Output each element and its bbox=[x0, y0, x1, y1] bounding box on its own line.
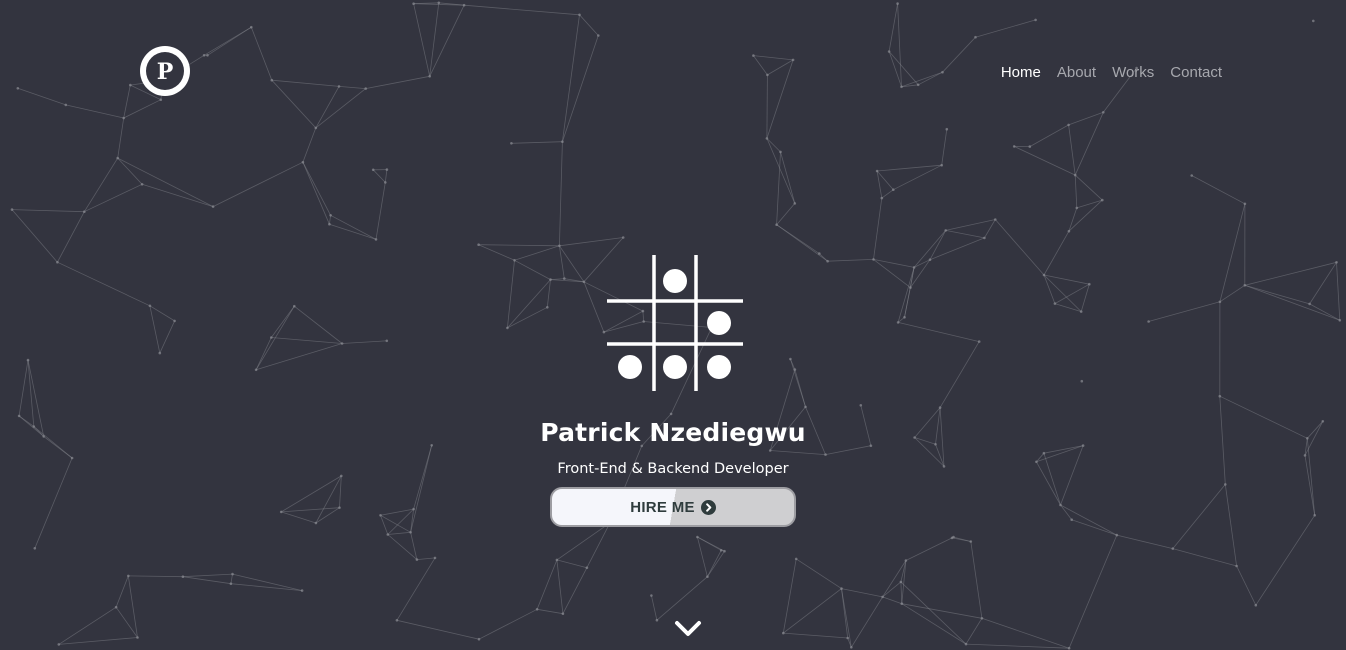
chevron-right-circle-icon bbox=[700, 499, 716, 515]
landing-page: P Home About Works Contact Patrick Nzedi… bbox=[0, 0, 1346, 650]
hero-role: Front-End & Backend Developer bbox=[557, 461, 789, 477]
hire-me-label: HIRE ME bbox=[630, 498, 695, 516]
nav-contact[interactable]: Contact bbox=[1170, 64, 1222, 81]
nav-works[interactable]: Works bbox=[1112, 64, 1154, 81]
svg-text:P: P bbox=[157, 59, 174, 85]
site-logo[interactable]: P bbox=[140, 46, 190, 96]
hero-name: Patrick Nzediegwu bbox=[540, 418, 806, 447]
chevron-down-icon[interactable] bbox=[673, 618, 703, 640]
p-monogram-icon: P bbox=[146, 52, 184, 90]
nav-home[interactable]: Home bbox=[1001, 64, 1041, 81]
main-nav: Home About Works Contact bbox=[1001, 64, 1222, 81]
nav-about[interactable]: About bbox=[1057, 64, 1096, 81]
hire-me-button[interactable]: HIRE ME bbox=[550, 487, 796, 527]
tic-tac-toe-grid-icon bbox=[607, 255, 743, 391]
